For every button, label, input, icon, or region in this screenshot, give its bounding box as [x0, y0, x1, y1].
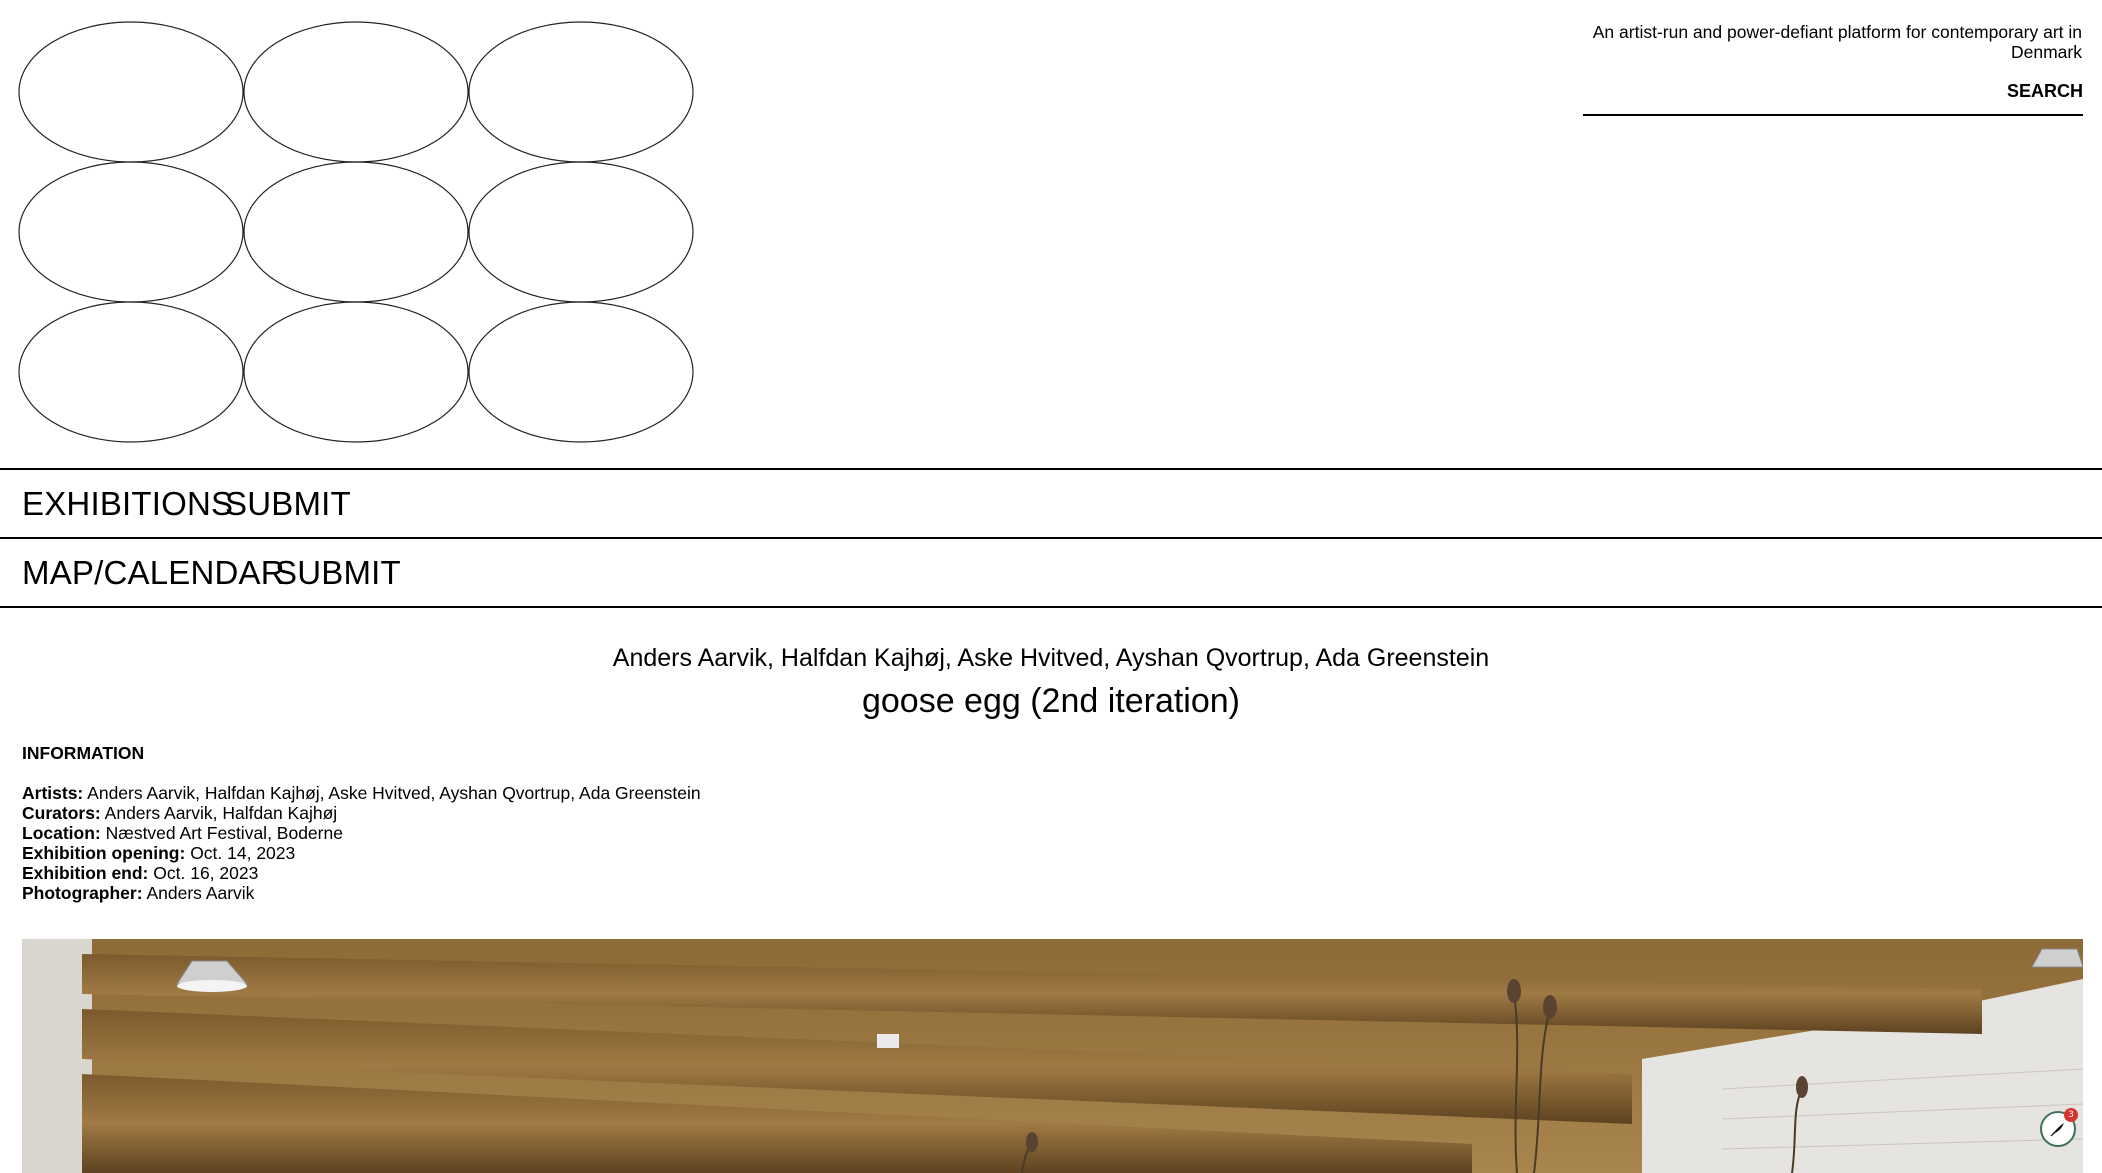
- info-value: Oct. 16, 2023: [153, 863, 259, 883]
- information-list: Artists: Anders Aarvik, Halfdan Kajhøj, …: [22, 783, 701, 903]
- info-label: Photographer:: [22, 883, 143, 903]
- info-label: Artists:: [22, 783, 84, 803]
- info-value: Næstved Art Festival, Boderne: [105, 823, 343, 843]
- info-label: Exhibition end:: [22, 863, 149, 883]
- exhibition-photo[interactable]: [22, 939, 2083, 1173]
- info-row-photographer: Photographer: Anders Aarvik: [22, 883, 701, 903]
- search-button[interactable]: SEARCH: [2007, 81, 2083, 102]
- info-value: Oct. 14, 2023: [190, 843, 296, 863]
- nav-submit-secondary-link[interactable]: SUBMIT: [275, 554, 401, 592]
- nav-map-calendar-link[interactable]: MAP/CALENDAR: [22, 554, 285, 592]
- info-row-end: Exhibition end: Oct. 16, 2023: [22, 863, 701, 883]
- info-row-curators: Curators: Anders Aarvik, Halfdan Kajhøj: [22, 803, 701, 823]
- chat-notification-badge: 3: [2064, 1108, 2078, 1122]
- info-value: Anders Aarvik: [146, 883, 255, 903]
- info-row-opening: Exhibition opening: Oct. 14, 2023: [22, 843, 701, 863]
- search-input[interactable]: [1583, 78, 1967, 110]
- info-value: Anders Aarvik, Halfdan Kajhøj: [104, 803, 338, 823]
- quill-icon: [2050, 1123, 2064, 1137]
- info-label: Exhibition opening:: [22, 843, 186, 863]
- nav-submit-link[interactable]: SUBMIT: [225, 485, 351, 523]
- info-row-location: Location: Næstved Art Festival, Boderne: [22, 823, 701, 843]
- site-tagline: An artist-run and power-defiant platform…: [1592, 22, 2082, 62]
- info-row-artists: Artists: Anders Aarvik, Halfdan Kajhøj, …: [22, 783, 701, 803]
- secondary-nav: MAP/CALENDAR SUBMIT: [0, 537, 2102, 608]
- exhibition-artists: Anders Aarvik, Halfdan Kajhøj, Aske Hvit…: [612, 644, 1490, 672]
- exhibition-title: goose egg (2nd iteration): [861, 682, 1241, 720]
- primary-nav: EXHIBITIONS SUBMIT: [0, 468, 2102, 536]
- site-logo[interactable]: [18, 20, 698, 450]
- nav-exhibitions-link[interactable]: EXHIBITIONS: [22, 485, 233, 523]
- info-label: Location:: [22, 823, 101, 843]
- info-label: Curators:: [22, 803, 101, 823]
- info-value: Anders Aarvik, Halfdan Kajhøj, Aske Hvit…: [87, 783, 701, 803]
- information-heading: INFORMATION: [22, 743, 145, 763]
- search-bar: SEARCH: [1583, 78, 2083, 116]
